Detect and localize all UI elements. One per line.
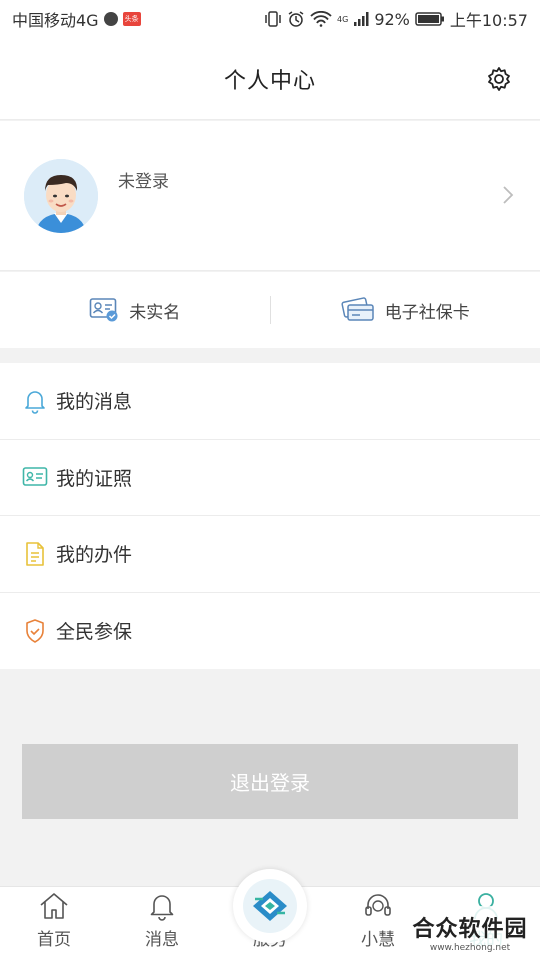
id-card-icon [22,464,48,490]
logout-button[interactable]: 退出登录 [22,744,518,819]
social-card-label: 电子社保卡 [384,302,470,323]
profile-card[interactable]: 未登录 [0,121,540,271]
gear-icon [488,67,510,91]
tab-messages[interactable]: 消息 [108,887,216,960]
real-name-label: 未实名 [129,302,181,323]
tab-label: 消息 [145,930,179,950]
menu-item-label: 我的办件 [56,544,133,567]
menu-item-certificates[interactable]: 我的证照 [0,440,540,516]
page-title: 个人中心 [223,68,316,94]
identity-row: 未实名 电子社保卡 [0,272,540,348]
bell-icon [145,889,179,923]
service-logo-icon [243,879,297,933]
signal-icon [353,11,369,27]
menu-item-label: 我的证照 [56,467,133,490]
status-right: 4G 92% 上午10:57 [264,7,528,31]
watermark-text: 合众软件园 [412,917,528,942]
news-app-badge: 头条 [122,12,141,26]
headset-icon [361,889,395,923]
chevron-right-icon [503,186,514,204]
social-card-button[interactable]: 电子社保卡 [271,272,540,348]
social-card-icon [341,297,374,321]
status-bar: 中国移动4G 头条 4G 92% 上午10:57 [0,0,540,38]
notification-dot-icon [103,12,118,26]
menu-item-insurance[interactable]: 全民参保 [0,593,540,670]
tab-label: 首页 [37,930,71,950]
carrier-label: 中国移动4G [12,11,99,30]
id-verify-icon [89,298,118,322]
menu-item-label: 全民参保 [56,621,133,644]
settings-button[interactable] [484,64,514,94]
alarm-icon [287,10,305,28]
avatar[interactable] [24,159,98,233]
battery-percent: 92% [374,9,410,29]
page-header: 个人中心 [0,38,540,120]
document-icon [22,541,48,567]
network-type-label: 4G [337,14,349,24]
avatar-illustration [24,159,98,233]
wifi-icon [310,11,332,27]
battery-icon [415,11,445,27]
tab-services[interactable]: 服务 [216,869,324,960]
menu-item-messages[interactable]: 我的消息 [0,363,540,440]
menu-item-label: 我的消息 [56,391,133,414]
services-bubble[interactable] [233,869,307,943]
shield-icon [22,618,48,644]
tab-home[interactable]: 首页 [0,887,108,960]
clock-time: 上午10:57 [449,11,528,30]
menu-item-applications[interactable]: 我的办件 [0,516,540,593]
menu-list: 我的消息 我的证照 我的办件 全民参保 [0,363,540,669]
real-name-button[interactable]: 未实名 [0,272,270,348]
watermark: 合众软件园 www.hezhong.net [404,906,536,958]
login-status[interactable]: 未登录 [118,167,169,192]
bell-icon [22,388,48,414]
home-icon [37,889,71,923]
status-left: 中国移动4G 头条 [12,7,141,31]
watermark-url: www.hezhong.net [429,943,511,953]
vibrate-icon [264,11,282,27]
tab-label: 小慧 [361,930,395,950]
